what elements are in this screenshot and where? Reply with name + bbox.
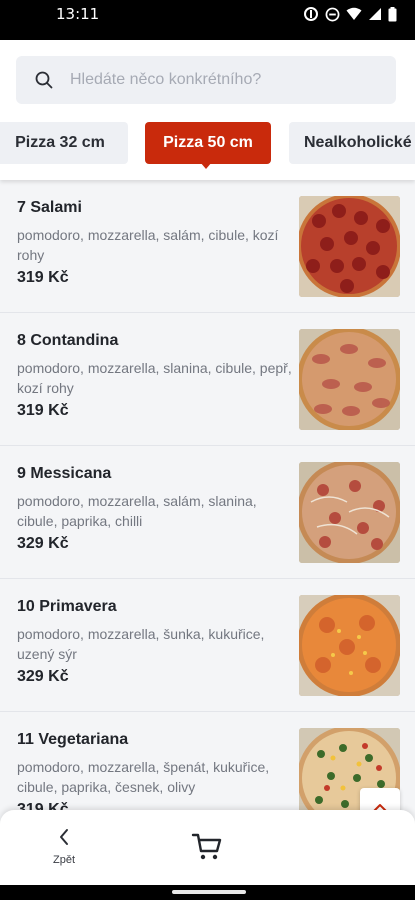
search-icon (35, 71, 53, 89)
battery-icon (388, 6, 397, 21)
header: Hledáte něco konkrétního? Pizza 32 cm Pi… (0, 40, 415, 180)
tab-pizza-50[interactable]: Pizza 50 cm (145, 122, 271, 164)
item-price: 319 Kč (17, 269, 69, 286)
signal-icon (369, 8, 381, 20)
item-name: 9 Messicana (17, 465, 112, 482)
product-list: 7 Salami pomodoro, mozzarella, salám, ci… (0, 180, 415, 845)
list-item[interactable]: 10 Primavera pomodoro, mozzarella, šunka… (0, 579, 415, 712)
back-button[interactable]: Zpět (44, 826, 84, 872)
wifi-icon (346, 7, 362, 20)
item-name: 11 Vegetariana (17, 731, 129, 748)
item-description: pomodoro, mozzarella, špenát, kukuřice, … (17, 759, 270, 795)
pizza-image (299, 462, 400, 563)
dnd-icon (325, 7, 340, 21)
item-price: 319 Kč (17, 402, 69, 419)
home-handle[interactable] (172, 890, 246, 894)
back-label: Zpět (52, 854, 75, 866)
item-description: pomodoro, mozzarella, salám, cibule, koz… (17, 227, 279, 263)
list-item[interactable]: 9 Messicana pomodoro, mozzarella, salám,… (0, 446, 415, 579)
pizza-image (299, 595, 400, 696)
data-saver-icon (304, 7, 318, 21)
tab-nealkoholicke[interactable]: Nealkoholické (289, 122, 415, 164)
app-screen: Hledáte něco konkrétního? Pizza 32 cm Pi… (0, 40, 415, 885)
status-time: 13:11 (56, 5, 100, 23)
tab-pizza-32[interactable]: Pizza 32 cm (0, 122, 128, 164)
search-placeholder: Hledáte něco konkrétního? (70, 71, 262, 88)
status-bar: 13:11 (0, 0, 415, 40)
chevron-left-icon (60, 829, 68, 845)
item-name: 7 Salami (17, 199, 82, 216)
system-nav-bar (0, 885, 415, 900)
pizza-image (299, 329, 400, 430)
system-icons (303, 6, 397, 22)
item-description: pomodoro, mozzarella, salám, slanina, ci… (17, 493, 257, 529)
category-tabs: Pizza 32 cm Pizza 50 cm Nealkoholické (0, 122, 415, 164)
pizza-image (299, 196, 400, 297)
item-price: 329 Kč (17, 668, 69, 685)
search-input[interactable]: Hledáte něco konkrétního? (16, 56, 396, 104)
list-item[interactable]: 7 Salami pomodoro, mozzarella, salám, ci… (0, 180, 415, 313)
item-name: 10 Primavera (17, 598, 117, 615)
item-name: 8 Contandina (17, 332, 119, 349)
bottom-bar: Zpět (0, 810, 415, 885)
cart-button[interactable] (191, 832, 223, 867)
item-price: 329 Kč (17, 535, 69, 552)
item-description: pomodoro, mozzarella, slanina, cibule, p… (17, 360, 292, 396)
item-description: pomodoro, mozzarella, šunka, kukuřice, u… (17, 626, 265, 662)
active-tab-indicator (200, 162, 212, 169)
list-item[interactable]: 8 Contandina pomodoro, mozzarella, slani… (0, 313, 415, 446)
cart-icon (191, 833, 222, 860)
